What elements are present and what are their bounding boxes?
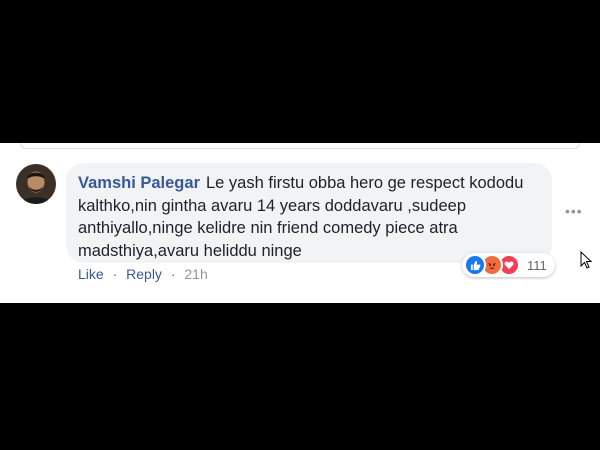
reactions-summary[interactable]: 111 bbox=[462, 253, 555, 277]
comment-actions: Like · Reply · 21h bbox=[78, 266, 208, 282]
separator-dot: · bbox=[112, 266, 118, 282]
more-options-icon[interactable]: ••• bbox=[565, 203, 583, 219]
reply-button[interactable]: Reply bbox=[126, 266, 162, 282]
like-icon bbox=[464, 254, 486, 276]
like-button[interactable]: Like bbox=[78, 266, 104, 282]
comment-bubble: Vamshi Palegar Le yash firstu obba hero g… bbox=[66, 163, 552, 263]
separator-dot: · bbox=[170, 266, 176, 282]
comment-author[interactable]: Vamshi Palegar bbox=[78, 174, 200, 192]
mouse-cursor-icon bbox=[580, 250, 593, 274]
comment-panel: Vamshi Palegar Le yash firstu obba hero g… bbox=[0, 143, 600, 303]
reaction-count: 111 bbox=[527, 257, 547, 273]
comment-timestamp[interactable]: 21h bbox=[184, 266, 207, 282]
avatar[interactable] bbox=[16, 164, 56, 204]
previous-comment-border bbox=[20, 143, 580, 149]
